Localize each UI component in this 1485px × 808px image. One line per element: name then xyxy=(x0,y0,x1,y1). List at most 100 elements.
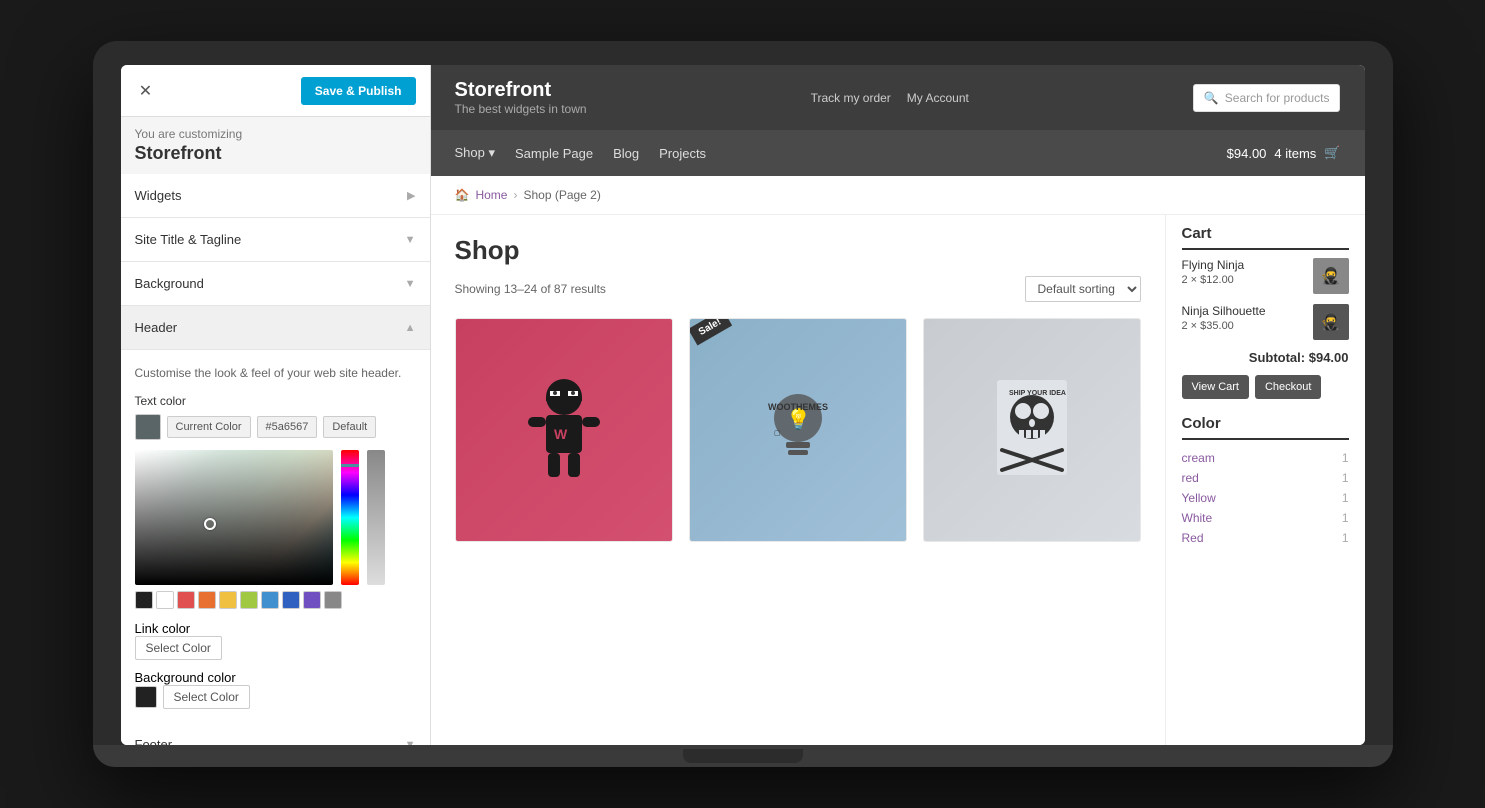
swatch-light-blue[interactable] xyxy=(261,591,279,609)
color-filter-red2[interactable]: Red 1 xyxy=(1182,528,1349,548)
cart-item-2-name: Ninja Silhouette xyxy=(1182,304,1266,318)
swatch-gray[interactable] xyxy=(324,591,342,609)
background-color-section: Background color Select Color xyxy=(135,670,416,709)
nav-items: Shop ▾ Sample Page Blog Projects xyxy=(455,131,707,175)
swatch-orange[interactable] xyxy=(198,591,216,609)
main-content: Shop Showing 13–24 of 87 results Default… xyxy=(431,215,1365,745)
nav-projects[interactable]: Projects xyxy=(659,132,706,175)
link-color-section: Link color Select Color xyxy=(135,621,416,660)
current-color-swatch[interactable] xyxy=(135,414,161,440)
sort-select[interactable]: Default sorting xyxy=(1025,276,1141,302)
product-3-info: Ship Your Idea $15.00 Add to cart xyxy=(924,541,1140,542)
my-account-link[interactable]: My Account xyxy=(907,91,969,105)
lightbulb-svg: 💡 WOOTHEMES ▢ xyxy=(758,380,838,480)
hue-bar[interactable] xyxy=(341,450,359,585)
color-widget: Color cream 1 red 1 Yellow xyxy=(1182,415,1349,548)
menu-item-footer[interactable]: Footer ▼ xyxy=(121,723,430,745)
color-filter-white[interactable]: White 1 xyxy=(1182,508,1349,528)
color-filter-red[interactable]: red 1 xyxy=(1182,468,1349,488)
checkout-button[interactable]: Checkout xyxy=(1255,375,1321,399)
save-publish-button[interactable]: Save & Publish xyxy=(301,77,416,105)
search-icon: 🔍 xyxy=(1204,91,1219,105)
link-color-select-button[interactable]: Select Color xyxy=(135,636,222,660)
swatch-yellow[interactable] xyxy=(219,591,237,609)
chevron-up-icon: ▲ xyxy=(405,322,416,334)
menu-item-widgets[interactable]: Widgets ▶ xyxy=(121,174,430,218)
svg-text:▢: ▢ xyxy=(774,430,781,437)
color-picker[interactable] xyxy=(135,450,416,609)
chevron-down-icon: ▼ xyxy=(405,278,416,290)
menu-item-site-title[interactable]: Site Title & Tagline ▼ xyxy=(121,218,430,262)
cart-buttons: View Cart Checkout xyxy=(1182,375,1349,399)
cart-item-2-qty: 2 × $35.00 xyxy=(1182,320,1266,332)
home-icon: 🏠 xyxy=(455,188,470,202)
current-color-button[interactable]: Current Color xyxy=(167,416,251,438)
svg-text:SHIP YOUR IDEA: SHIP YOUR IDEA xyxy=(1009,390,1066,397)
shop-meta: Showing 13–24 of 87 results Default sort… xyxy=(455,276,1141,302)
storefront-title: Storefront xyxy=(121,141,430,174)
hue-indicator xyxy=(341,464,359,467)
text-color-section: Text color Current Color #5a6567 Default xyxy=(135,394,416,609)
chevron-down-icon: ▼ xyxy=(405,234,416,246)
color-filter-list: cream 1 red 1 Yellow 1 xyxy=(1182,448,1349,548)
nav-sample-page[interactable]: Sample Page xyxy=(515,132,593,175)
breadcrumb-current: Shop (Page 2) xyxy=(523,188,600,202)
cart-widget: Cart Flying Ninja 2 × $12.00 🥷 Ninja Sil… xyxy=(1182,225,1349,399)
search-bar[interactable]: 🔍 Search for products xyxy=(1193,84,1341,112)
sale-badge: Sale! xyxy=(690,319,732,345)
swatch-red[interactable] xyxy=(177,591,195,609)
nav-blog[interactable]: Blog xyxy=(613,132,639,175)
color-gradient-picker[interactable] xyxy=(135,450,333,585)
swatch-purple[interactable] xyxy=(303,591,321,609)
cart-item-1-qty: 2 × $12.00 xyxy=(1182,274,1245,286)
gradient-selector[interactable] xyxy=(204,518,216,530)
color-filter-cream[interactable]: cream 1 xyxy=(1182,448,1349,468)
customizing-label: You are customizing xyxy=(121,117,430,141)
breadcrumb: 🏠 Home › Shop (Page 2) xyxy=(431,176,1365,215)
skull-svg: SHIP YOUR IDEA xyxy=(987,375,1077,485)
product-2-info: Premium Quality ★★★★★ $15.00 $12.00 Add … xyxy=(690,541,906,542)
nav-shop[interactable]: Shop ▾ xyxy=(455,131,496,175)
menu-item-header[interactable]: Header ▲ xyxy=(121,306,430,350)
cart-item-1: Flying Ninja 2 × $12.00 🥷 xyxy=(1182,258,1349,294)
chevron-right-icon: ▶ xyxy=(407,189,415,202)
color-code-button[interactable]: #5a6567 xyxy=(257,416,318,438)
chevron-down-icon: ▼ xyxy=(405,739,416,746)
bg-color-swatch[interactable] xyxy=(135,686,157,708)
cart-subtotal: Subtotal: $94.00 xyxy=(1182,350,1349,365)
products-grid: W Woo Ninja xyxy=(455,318,1141,542)
swatch-white[interactable] xyxy=(156,591,174,609)
ninja-svg: W xyxy=(524,375,604,485)
color-filter-yellow[interactable]: Yellow 1 xyxy=(1182,488,1349,508)
shop-title: Shop xyxy=(455,235,1141,266)
store-top-nav: Track my order My Account xyxy=(811,91,969,105)
store-tagline: The best widgets in town xyxy=(455,102,587,116)
svg-text:WOOTHEMES: WOOTHEMES xyxy=(768,402,828,412)
breadcrumb-home[interactable]: Home xyxy=(475,188,507,202)
store-name: Storefront xyxy=(455,79,587,102)
menu-item-background[interactable]: Background ▼ xyxy=(121,262,430,306)
store-brand: Storefront The best widgets in town xyxy=(455,79,587,116)
close-button[interactable]: ✕ xyxy=(135,80,157,102)
default-color-button[interactable]: Default xyxy=(323,416,376,438)
opacity-bar[interactable] xyxy=(367,450,385,585)
swatch-green[interactable] xyxy=(240,591,258,609)
product-1-image: W xyxy=(456,319,672,541)
store-preview: Storefront The best widgets in town Trac… xyxy=(431,65,1365,745)
cart-item-2-thumb: 🥷 xyxy=(1313,304,1349,340)
panel-header: ✕ Save & Publish xyxy=(121,65,430,117)
swatch-black[interactable] xyxy=(135,591,153,609)
shop-sidebar: Cart Flying Ninja 2 × $12.00 🥷 Ninja Sil… xyxy=(1165,215,1365,745)
cart-info[interactable]: $94.00 4 items 🛒 xyxy=(1227,145,1341,161)
product-card-3: SHIP YOUR IDEA Ship Your Idea $15.00 Add… xyxy=(923,318,1141,542)
swatch-blue[interactable] xyxy=(282,591,300,609)
product-1-info: Woo Ninja ★★★★★ $15.00 Add to cart xyxy=(456,541,672,542)
view-cart-button[interactable]: View Cart xyxy=(1182,375,1249,399)
track-order-link[interactable]: Track my order xyxy=(811,91,891,105)
header-settings-content: Customise the look & feel of your web si… xyxy=(121,350,430,723)
results-count: Showing 13–24 of 87 results xyxy=(455,282,606,296)
product-card-1: W Woo Ninja xyxy=(455,318,673,542)
color-widget-title: Color xyxy=(1182,415,1349,440)
product-2-image: Sale! 💡 WOOTHEMES ▢ xyxy=(690,319,906,541)
bg-color-select-button[interactable]: Select Color xyxy=(163,685,250,709)
